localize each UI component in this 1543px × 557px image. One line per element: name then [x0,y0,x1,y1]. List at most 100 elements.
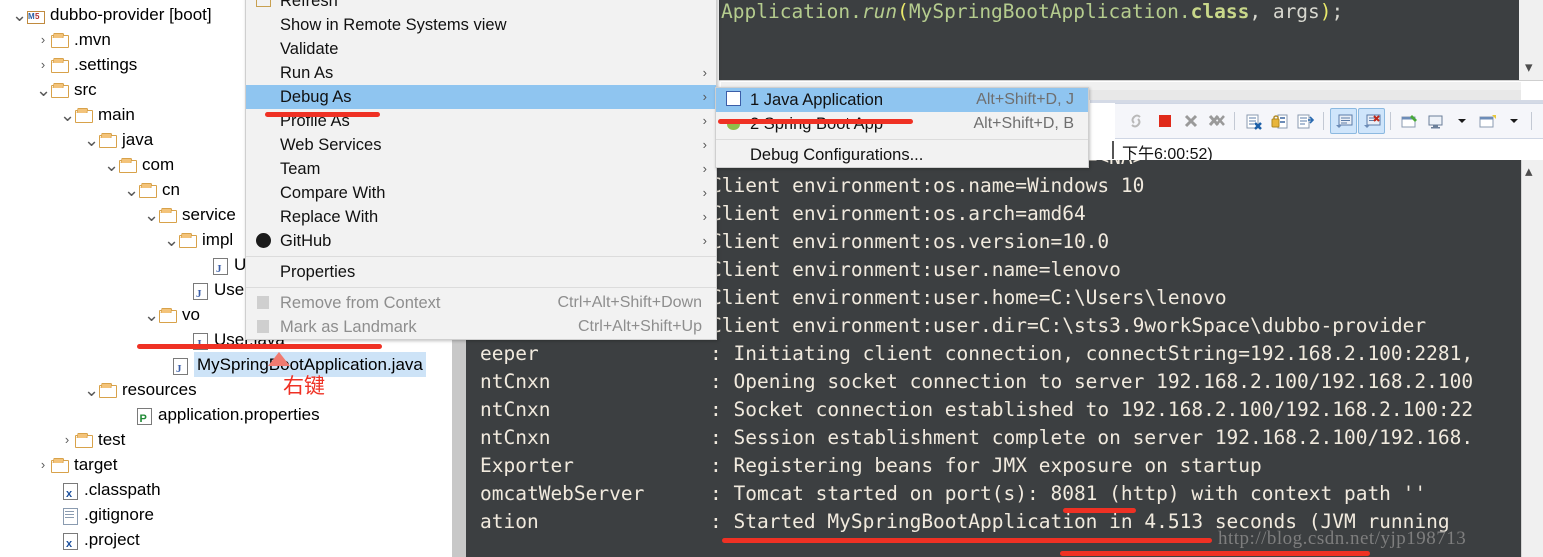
chevron-down-icon[interactable]: ⌄ [12,6,27,24]
spring-boot-app-underline [718,119,913,124]
tree-item[interactable]: application.properties [0,402,320,432]
red-arrow-up [268,352,290,366]
menu-item[interactable]: Validate [246,37,716,61]
chevron-right-icon[interactable]: › [36,452,50,477]
chevron-right-icon[interactable]: › [36,52,50,77]
terminate-all-icon [1126,109,1151,133]
chevron-down-icon[interactable]: ⌄ [104,156,119,174]
tree-item[interactable]: .springBeans [0,552,183,557]
terminate-icon[interactable] [1152,109,1177,133]
tree-item[interactable]: MySpringBootApplication.java [0,352,426,382]
console-scrollbar[interactable]: ▴ [1521,160,1543,557]
code-token: run [861,0,898,23]
folder-icon [178,231,197,248]
chevron-down-icon[interactable]: ⌄ [36,81,51,99]
file-context-menu[interactable]: Refresh Show in Remote Systems view Valida… [245,0,717,340]
properties-file-icon [134,406,153,432]
scroll-up-icon[interactable]: ▴ [1525,162,1533,180]
remove-all-launches-icon[interactable] [1204,109,1229,133]
tree-item[interactable]: ⌄ main [0,102,135,127]
tree-item[interactable]: ⌄ cn [0,177,180,202]
show-console-on-error-icon[interactable] [1358,108,1385,134]
submenu-item-label: 2 Spring Boot App [750,115,884,133]
chevron-down-icon[interactable]: ⌄ [164,231,179,249]
chevron-down-icon-editor[interactable]: ▾ [1525,58,1533,76]
clear-console-icon[interactable] [1241,109,1266,133]
chevron-down-icon[interactable]: ⌄ [60,106,75,124]
toolbar-separator [1531,112,1532,130]
submenu-chevron-icon: › [702,185,707,200]
menu-item[interactable]: Properties [246,260,716,284]
chevron-down-icon[interactable]: ⌄ [84,131,99,149]
tree-item[interactable]: ⌄ vo [0,302,200,327]
tree-item[interactable]: › .settings [0,52,137,77]
console-message: Client environment:user.dir=C:\sts3.9wor… [710,314,1427,337]
tree-item[interactable]: ⌄ service [0,202,236,227]
submenu-item[interactable]: 1 Java Application Alt+Shift+D, J [716,88,1088,112]
tree-item[interactable]: ⌄ 5 dubbo-provider [boot] [0,2,212,29]
submenu-item[interactable]: 2 Spring Boot App Alt+Shift+D, B [716,112,1088,136]
code-token: , [1249,0,1273,23]
chevron-down-icon[interactable]: ⌄ [84,381,99,399]
chevron-down-icon[interactable]: ⌄ [124,181,139,199]
chevron-right-icon[interactable]: › [60,427,74,452]
code-editor[interactable]: Application.run(MySpringBootApplication.… [719,0,1519,80]
word-wrap-icon[interactable] [1293,109,1318,133]
refresh-icon [246,0,280,13]
console-message: Client environment:user.name=lenovo [710,258,1121,281]
menu-item-label: Debug As [280,88,352,106]
console-toolbar[interactable] [1115,103,1543,139]
open-console-icon[interactable] [1475,109,1500,133]
console-message: Client environment:user.home=C:\Users\le… [710,286,1227,309]
menu-item[interactable]: Compare With › [246,181,716,205]
remove-launch-icon[interactable] [1178,109,1203,133]
tree-item[interactable]: › .mvn [0,27,111,52]
menu-item[interactable]: Web Services › [246,133,716,157]
tree-item[interactable]: › target [0,452,118,477]
chevron-down-icon[interactable] [1449,109,1474,133]
folder-icon [50,56,69,73]
menu-item[interactable]: Debug As › [246,85,716,109]
tree-item[interactable]: .gitignore [0,502,154,527]
show-console-on-output-icon[interactable] [1330,108,1357,134]
pin-console-icon[interactable] [1397,109,1422,133]
tree-item-label: vo [182,305,200,324]
java-file-icon [210,256,229,282]
myspringboot-file-underline [137,344,382,349]
tree-item[interactable]: ⌄ java [0,127,153,152]
tree-item-label: target [74,455,118,474]
menu-item[interactable]: Run As › [246,61,716,85]
chevron-down-icon-2[interactable] [1501,109,1526,133]
lock-scroll-icon[interactable] [1267,109,1292,133]
tree-item[interactable]: .project [0,527,140,557]
java-app-icon [716,88,750,112]
menu-item[interactable]: Refresh [246,0,716,13]
menu-item-accelerator: Ctrl+Alt+Shift+Down [557,294,702,311]
tree-item[interactable]: ⌄ resources [0,377,197,402]
menu-item[interactable]: Show in Remote Systems view [246,13,716,37]
chevron-down-icon[interactable]: ⌄ [144,306,159,324]
tree-item[interactable]: ⌄ impl [0,227,233,252]
tree-item[interactable]: ⌄ com [0,152,174,177]
debug-as-submenu[interactable]: 1 Java Application Alt+Shift+D, J 2 Spring… [715,87,1089,168]
menu-item-label: GitHub [280,232,332,250]
timestamp-separator [1112,141,1114,159]
menu-item[interactable]: Team › [246,157,716,181]
menu-separator [246,256,716,257]
menu-item[interactable]: GitHub › [246,229,716,253]
tree-item[interactable]: ⌄ src [0,77,97,102]
folder-icon [50,456,69,473]
right-click-label: 右键 [283,374,325,398]
project-badge: 5 [35,12,40,21]
tree-item[interactable]: › test [0,427,126,452]
display-selected-console-icon[interactable] [1423,109,1448,133]
view-menu-icon[interactable] [1538,109,1543,133]
chevron-right-icon[interactable]: › [36,27,50,52]
tree-item[interactable]: .classpath [0,477,161,507]
bottom-underline [1060,551,1370,556]
chevron-down-icon[interactable]: ⌄ [144,206,159,224]
menu-item[interactable]: Replace With › [246,205,716,229]
console-line: ntCnxn: Session establishment complete o… [480,424,1473,452]
submenu-item[interactable]: Debug Configurations... [716,143,1088,167]
started-app-underline [722,538,1212,543]
